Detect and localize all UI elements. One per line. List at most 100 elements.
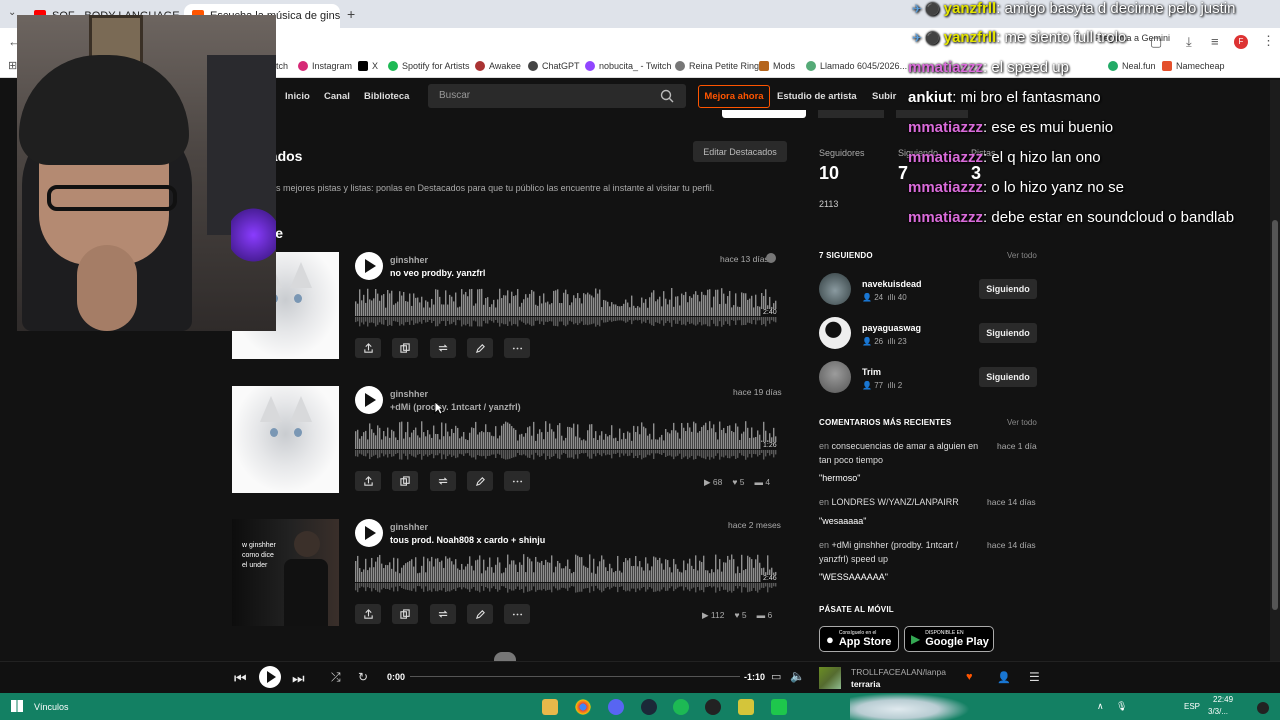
followers-count[interactable]: 10 [819,163,839,184]
tab-search-icon[interactable]: ≡ [1211,34,1219,49]
download-icon[interactable]: ⤓ [1186,34,1192,50]
apps-grid-icon[interactable]: ⊞ [8,59,17,72]
track-cover-cat[interactable] [232,386,339,493]
nav-upload[interactable]: Subir [872,91,896,102]
following-user-name[interactable]: navekuisdead [862,279,922,289]
comment-track-link[interactable]: +dMi ginshher (prodby. 1ntcart / yanzfrl… [819,540,958,564]
play-button[interactable] [355,386,383,414]
edit-pencil-button[interactable] [467,338,493,358]
track-artist[interactable]: ginshher [390,522,428,532]
steam-icon[interactable] [641,699,657,715]
header-tab-partial[interactable] [818,110,884,118]
shuffle-icon[interactable]: ⤮ [331,670,341,685]
menu-dots-icon[interactable]: ⋮ [1262,33,1275,49]
bookmark-mods[interactable]: Mods [759,61,795,71]
bookmark-spotify[interactable]: Spotify for Artists [388,61,470,71]
discord-icon[interactable] [608,699,624,715]
share-button[interactable] [355,471,381,491]
tray-chevron-icon[interactable]: ∧ [1097,701,1104,712]
comment-track-link[interactable]: consecuencias de amar a alguien en tan p… [819,441,978,465]
file-explorer-icon[interactable] [542,699,558,715]
windows-start-icon[interactable] [11,700,23,712]
share-button[interactable] [355,604,381,624]
search-input[interactable]: Buscar [428,84,686,108]
bookmark-twitch-nobucita[interactable]: nobucita_ - Twitch [585,61,671,71]
app-store-badge[interactable]: ● Consíguelo en el App Store [819,626,899,652]
language-indicator[interactable]: ESP [1184,702,1200,711]
now-playing-title[interactable]: terraria [851,679,880,689]
comment-text[interactable]: "hermoso" [819,473,860,483]
track-title[interactable]: no veo prodby. yanzfrl [390,268,485,278]
spotify-taskbar-icon[interactable] [673,699,689,715]
repost-button[interactable] [430,471,456,491]
repeat-icon[interactable]: ↻ [358,670,368,684]
nav-feed[interactable]: Canal [324,91,350,102]
obs-icon[interactable] [705,699,721,715]
user-avatar[interactable] [819,273,851,305]
search-icon[interactable] [660,89,674,103]
following-heading[interactable]: 7 SIGUIENDO [819,251,873,260]
app-icon[interactable] [738,699,754,715]
more-options-button[interactable] [504,604,530,624]
track-waveform[interactable] [355,288,777,332]
bookmark-chatgpt[interactable]: ChatGPT [528,61,580,71]
bookmark-twitch[interactable]: tch [276,61,288,71]
next-track-icon[interactable]: ⏭ [292,670,305,687]
nav-library[interactable]: Biblioteca [364,91,409,102]
bookmark-reina[interactable]: Reina Petite Ring [675,61,759,71]
comments-see-all[interactable]: Ver todo [1007,418,1037,427]
now-playing-artist[interactable]: TROLLFACEALAN/lanpai [851,667,946,677]
edit-pencil-button[interactable] [467,471,493,491]
following-toggle-button[interactable]: Siguiendo [979,279,1037,299]
bookmark-nealfun[interactable]: Neal.fun [1108,61,1156,71]
scrollbar-thumb[interactable] [1272,220,1278,610]
new-tab-plus-icon[interactable]: + [347,6,355,22]
clock-date[interactable]: 3/3/... [1208,707,1228,716]
user-avatar[interactable] [819,317,851,349]
progress-slider[interactable] [410,676,740,677]
repost-button[interactable] [430,338,456,358]
track-title[interactable]: tous prod. Noah808 x cardo + shinju [390,535,545,545]
chrome-icon[interactable] [575,699,591,715]
comment-track-link[interactable]: LONDRES W/YANZ/LANPAIRR [832,497,959,507]
track-title[interactable]: +dMi (prodby. 1ntcart / yanzfrl) [390,402,521,412]
track-cover-photo[interactable]: w ginshher como dice el under [232,519,339,626]
following-user-name[interactable]: payaguaswag [862,323,921,333]
bookmark-namecheap[interactable]: Namecheap [1162,61,1225,71]
google-play-badge[interactable]: ▶ DISPONIBLE EN Google Play [904,626,994,652]
cast-icon[interactable]: ▭ [771,670,781,683]
edit-spotlight-button[interactable]: Editar Destacados [693,141,787,162]
bookmark-llamado[interactable]: Llamado 6045/2026... [806,61,907,71]
upgrade-button[interactable]: Mejora ahora [698,85,770,108]
volume-icon[interactable]: 🔈 [790,669,805,683]
play-button[interactable] [355,252,383,280]
copy-link-button[interactable] [392,604,418,624]
nav-artist-studio[interactable]: Estudio de artista [777,91,857,102]
queue-icon[interactable]: ☰ [1029,670,1040,684]
following-count[interactable]: 7 [898,163,908,184]
notifications-icon[interactable] [1257,702,1269,714]
mic-icon[interactable]: 🎙 [1116,701,1127,712]
header-tab-partial[interactable] [896,110,968,118]
follow-user-icon[interactable]: 👤 [997,671,1011,684]
comments-heading[interactable]: COMENTARIOS MÁS RECIENTES [819,418,951,427]
following-toggle-button[interactable]: Siguiendo [979,323,1037,343]
following-see-all[interactable]: Ver todo [1007,251,1037,260]
repost-button[interactable] [430,604,456,624]
copy-link-button[interactable] [392,338,418,358]
page-scrollbar[interactable] [1270,80,1280,661]
track-waveform[interactable] [355,421,777,465]
app-icon[interactable] [771,699,787,715]
track-artist[interactable]: ginshher [390,255,428,265]
clock-time[interactable]: 22:49 [1213,695,1233,704]
track-waveform[interactable] [355,554,777,598]
bookmark-x[interactable]: X [358,61,378,71]
copy-link-button[interactable] [392,471,418,491]
like-heart-icon[interactable]: ♥ [966,671,973,683]
tab-list-chevron-icon[interactable]: ⌄ [8,7,16,18]
share-button[interactable] [355,338,381,358]
profile-avatar[interactable]: F [1234,35,1248,49]
extensions-icon[interactable]: ▢ [1150,34,1162,50]
more-options-button[interactable] [504,338,530,358]
play-button[interactable] [355,519,383,547]
